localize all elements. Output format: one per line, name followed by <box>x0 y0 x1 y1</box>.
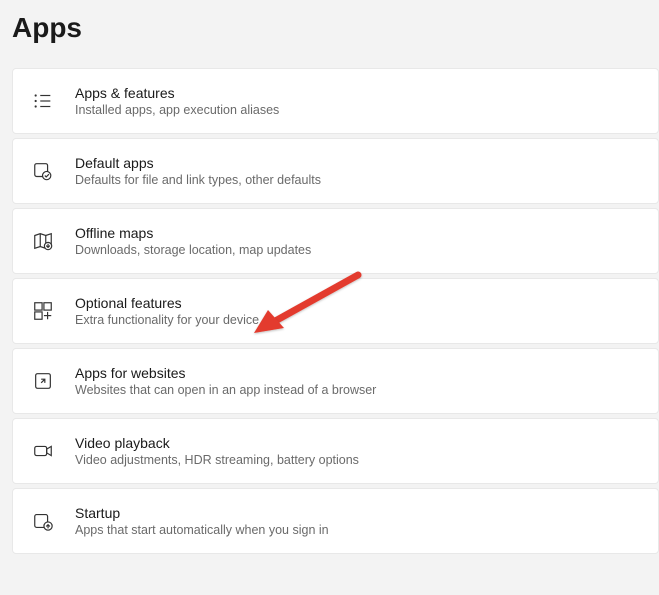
settings-item-default-apps[interactable]: Default apps Defaults for file and link … <box>12 138 659 204</box>
item-title: Optional features <box>75 295 259 311</box>
startup-icon <box>31 509 55 533</box>
offline-maps-icon <box>31 229 55 253</box>
item-title: Apps for websites <box>75 365 376 381</box>
settings-item-startup[interactable]: Startup Apps that start automatically wh… <box>12 488 659 554</box>
item-subtitle: Websites that can open in an app instead… <box>75 383 376 397</box>
apps-websites-icon <box>31 369 55 393</box>
video-playback-icon <box>31 439 55 463</box>
item-subtitle: Installed apps, app execution aliases <box>75 103 279 117</box>
optional-features-icon <box>31 299 55 323</box>
item-title: Offline maps <box>75 225 311 241</box>
settings-list: Apps & features Installed apps, app exec… <box>0 68 659 554</box>
settings-item-apps-features[interactable]: Apps & features Installed apps, app exec… <box>12 68 659 134</box>
item-title: Apps & features <box>75 85 279 101</box>
item-title: Default apps <box>75 155 321 171</box>
item-subtitle: Downloads, storage location, map updates <box>75 243 311 257</box>
item-subtitle: Defaults for file and link types, other … <box>75 173 321 187</box>
settings-item-offline-maps[interactable]: Offline maps Downloads, storage location… <box>12 208 659 274</box>
item-title: Startup <box>75 505 329 521</box>
item-subtitle: Video adjustments, HDR streaming, batter… <box>75 453 359 467</box>
item-subtitle: Extra functionality for your device <box>75 313 259 327</box>
default-apps-icon <box>31 159 55 183</box>
item-subtitle: Apps that start automatically when you s… <box>75 523 329 537</box>
page-title: Apps <box>0 0 659 68</box>
apps-features-icon <box>31 89 55 113</box>
settings-item-optional-features[interactable]: Optional features Extra functionality fo… <box>12 278 659 344</box>
settings-item-video-playback[interactable]: Video playback Video adjustments, HDR st… <box>12 418 659 484</box>
item-title: Video playback <box>75 435 359 451</box>
settings-item-apps-websites[interactable]: Apps for websites Websites that can open… <box>12 348 659 414</box>
